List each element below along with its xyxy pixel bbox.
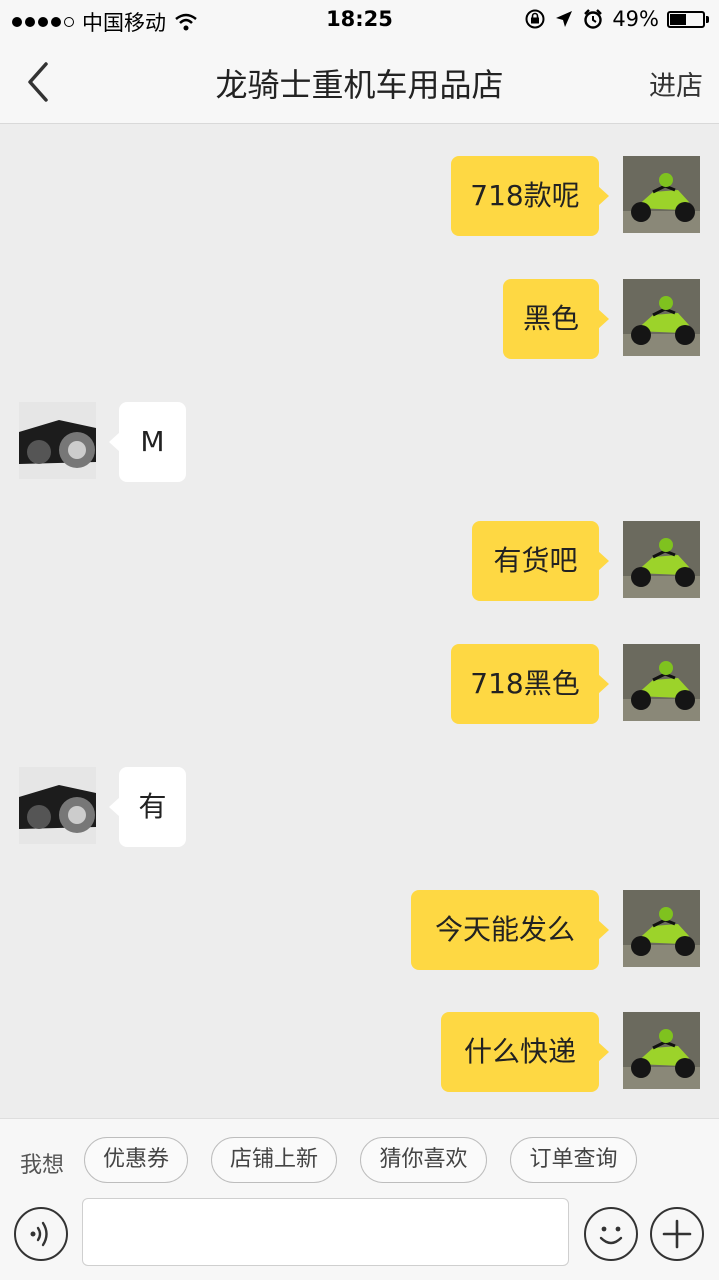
motorcycle-avatar-icon	[623, 279, 700, 356]
my-avatar[interactable]	[623, 521, 700, 598]
emoji-icon	[599, 1226, 623, 1245]
my-avatar[interactable]	[623, 644, 700, 721]
emoji-button[interactable]	[584, 1207, 638, 1261]
status-bar: 中国移动 18:25 49%	[0, 0, 719, 40]
message-bubble-received[interactable]: M	[109, 402, 186, 482]
motorcycle-avatar-icon	[623, 890, 700, 967]
battery-icon	[667, 10, 705, 28]
chip-new-arrivals[interactable]: 店铺上新	[211, 1137, 337, 1183]
message-bubble-sent[interactable]: 有货吧	[472, 521, 609, 601]
bottom-panel: 我想 优惠券 店铺上新 猜你喜欢 订单查询	[0, 1118, 719, 1280]
my-avatar[interactable]	[623, 279, 700, 356]
chip-order-query[interactable]: 订单查询	[510, 1137, 637, 1183]
voice-button[interactable]	[14, 1207, 68, 1261]
wheel-avatar-icon	[19, 767, 96, 844]
message-bubble-sent[interactable]: 718黑色	[451, 644, 609, 724]
motorcycle-avatar-icon	[623, 1012, 700, 1089]
message-bubble-sent[interactable]: 今天能发么	[411, 890, 609, 970]
my-avatar[interactable]	[623, 890, 700, 967]
shop-avatar[interactable]	[19, 402, 96, 479]
shop-avatar[interactable]	[19, 767, 96, 844]
message-bubble-sent[interactable]: 718款呢	[451, 156, 609, 236]
message-bubble-sent[interactable]: 黑色	[503, 279, 609, 359]
message-bubble-received[interactable]: 有	[109, 767, 186, 847]
location-arrow-icon	[556, 11, 573, 27]
nav-bar: 龙骑士重机车用品店 进店	[0, 40, 719, 124]
chat-list[interactable]: 718款呢 黑色 M 有货吧 718黑色 有 今天能发么 什么快递	[0, 124, 719, 1118]
wheel-avatar-icon	[19, 402, 96, 479]
plus-icon	[662, 1219, 692, 1249]
chip-coupon[interactable]: 优惠券	[84, 1137, 188, 1183]
more-button[interactable]	[650, 1207, 704, 1261]
rotation-lock-icon	[525, 9, 545, 29]
quick-label: 我想	[20, 1153, 65, 1178]
alarm-icon	[584, 9, 603, 29]
message-input[interactable]	[82, 1198, 569, 1266]
motorcycle-avatar-icon	[623, 156, 700, 233]
voice-icon	[30, 1221, 48, 1247]
my-avatar[interactable]	[623, 1012, 700, 1089]
page-title: 龙骑士重机车用品店	[215, 66, 504, 104]
chip-recommend[interactable]: 猜你喜欢	[360, 1137, 487, 1183]
motorcycle-avatar-icon	[623, 521, 700, 598]
my-avatar[interactable]	[623, 156, 700, 233]
enter-store-button[interactable]: 进店	[649, 64, 703, 103]
message-bubble-sent[interactable]: 什么快递	[441, 1012, 609, 1092]
motorcycle-avatar-icon	[623, 644, 700, 721]
battery-percent: 49%	[612, 7, 659, 31]
